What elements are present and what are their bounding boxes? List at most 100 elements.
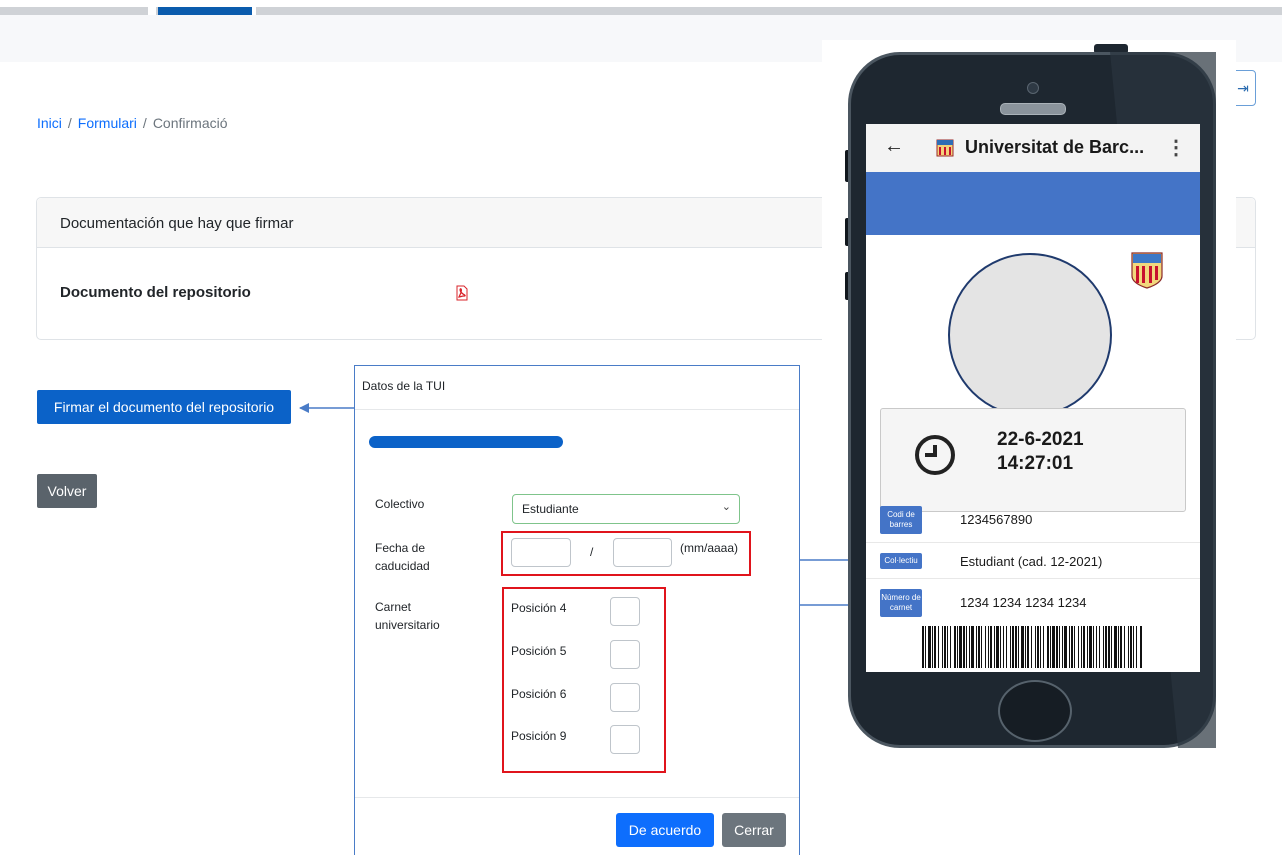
barcode-stripe — [959, 626, 962, 668]
expiry-month-input[interactable] — [511, 538, 571, 567]
collective-badge: Col·lectiu — [880, 553, 922, 569]
row-divider — [866, 542, 1200, 543]
collective-select-value: Estudiante — [522, 502, 579, 516]
close-button[interactable]: Cerrar — [722, 813, 786, 847]
phone-screen: ← Universitat de Barc... ⋮ 22-6-2021 14:… — [866, 124, 1200, 672]
barcode-stripe — [1064, 626, 1067, 668]
barcode-stripe — [1006, 626, 1007, 668]
barcode-stripe — [978, 626, 980, 668]
clock-icon — [915, 435, 955, 475]
barcode-badge: Codi de barres — [880, 506, 922, 534]
barcode-stripe — [1078, 626, 1079, 668]
back-arrow-icon[interactable]: ← — [884, 135, 904, 158]
camera-icon — [1027, 82, 1039, 94]
barcode-stripe — [966, 626, 967, 668]
timestamp: 22-6-2021 14:27:01 — [997, 428, 1084, 476]
expiry-year-input[interactable] — [613, 538, 672, 567]
barcode-stripe — [976, 626, 977, 668]
app-title: Universitat de Barc... — [965, 137, 1145, 157]
barcode-stripe — [1031, 626, 1032, 668]
barcode-stripe — [1003, 626, 1004, 668]
position-5-input[interactable] — [610, 640, 640, 669]
barcode-stripe — [994, 626, 995, 668]
overflow-menu-icon[interactable]: ⋮ — [1166, 135, 1186, 160]
timestamp-date: 22-6-2021 — [997, 429, 1084, 450]
barcode-value: 1234567890 — [960, 512, 1033, 527]
clock-hand — [925, 453, 937, 457]
barcode-stripe — [1118, 626, 1119, 668]
barcode-stripe — [1089, 626, 1092, 668]
profile-photo — [948, 253, 1112, 417]
collective-select[interactable]: Estudiante ⌄ — [512, 494, 740, 524]
tui-modal: Datos de la TUI Colectivo Estudiante ⌄ F… — [354, 365, 800, 855]
timestamp-card: 22-6-2021 14:27:01 — [880, 408, 1186, 512]
barcode-stripe — [928, 626, 931, 668]
barcode-stripe — [981, 626, 982, 668]
chevron-down-icon: ⌄ — [721, 501, 731, 513]
barcode-stripe — [938, 626, 939, 668]
barcode-stripe — [925, 626, 926, 668]
barcode-stripe — [947, 626, 948, 668]
barcode-stripe — [1069, 626, 1070, 668]
profile-banner — [866, 172, 1200, 235]
barcode-stripe — [922, 626, 924, 668]
barcode-stripe — [950, 626, 951, 668]
barcode-stripe — [1136, 626, 1137, 668]
position-label: Posición 6 — [511, 687, 567, 701]
card-number-label: Carnet universitario — [375, 598, 440, 634]
barcode-stripe — [1096, 626, 1097, 668]
barcode-stripe — [990, 626, 992, 668]
barcode-stripe — [1052, 626, 1055, 668]
barcode-stripe — [1108, 626, 1110, 668]
barcode-stripe — [1056, 626, 1058, 668]
university-logo-icon — [936, 139, 954, 157]
barcode-stripe — [969, 626, 970, 668]
barcode-stripe — [988, 626, 989, 668]
row-divider — [866, 578, 1200, 579]
accept-button[interactable]: De acuerdo — [616, 813, 714, 847]
modal-progress-bar — [369, 436, 563, 448]
barcode-stripe — [1093, 626, 1094, 668]
barcode-stripe — [1021, 626, 1024, 668]
barcode-stripe — [1128, 626, 1129, 668]
barcode-stripe — [1130, 626, 1132, 668]
barcode-stripe — [1027, 626, 1029, 668]
barcode-stripe — [932, 626, 933, 668]
barcode-stripe — [1012, 626, 1014, 668]
barcode-stripe — [1000, 626, 1001, 668]
barcode-stripe — [1120, 626, 1122, 668]
barcode-stripe — [957, 626, 958, 668]
position-label: Posición 4 — [511, 601, 567, 615]
barcode-stripe — [1087, 626, 1088, 668]
barcode-stripe — [1018, 626, 1019, 668]
barcode-stripe — [1010, 626, 1011, 668]
barcode-stripe — [1040, 626, 1041, 668]
barcode-stripe — [1062, 626, 1063, 668]
expiry-label: Fecha de caducidad — [375, 539, 430, 575]
barcode — [922, 626, 1142, 668]
position-9-input[interactable] — [610, 725, 640, 754]
position-label: Posición 9 — [511, 729, 567, 743]
barcode-stripe — [934, 626, 936, 668]
barcode-stripe — [1111, 626, 1112, 668]
collective-label: Colectivo — [375, 497, 425, 511]
expiry-label-line2: caducidad — [375, 559, 430, 573]
position-4-input[interactable] — [610, 597, 640, 626]
modal-footer-divider — [355, 797, 799, 798]
position-6-input[interactable] — [610, 683, 640, 712]
barcode-stripe — [1015, 626, 1017, 668]
expiry-separator: / — [590, 545, 594, 559]
timestamp-time: 14:27:01 — [997, 453, 1074, 474]
collective-value: Estudiant (cad. 12-2021) — [960, 554, 1103, 569]
barcode-stripe — [1099, 626, 1100, 668]
home-button — [998, 680, 1072, 742]
barcode-stripe — [954, 626, 956, 668]
modal-divider — [355, 409, 799, 410]
barcode-stripe — [942, 626, 943, 668]
barcode-stripe — [1133, 626, 1134, 668]
barcode-stripe — [1035, 626, 1036, 668]
barcode-stripe — [1140, 626, 1142, 668]
expiry-label-line1: Fecha de — [375, 541, 426, 555]
barcode-stripe — [1043, 626, 1044, 668]
barcode-stripe — [996, 626, 999, 668]
